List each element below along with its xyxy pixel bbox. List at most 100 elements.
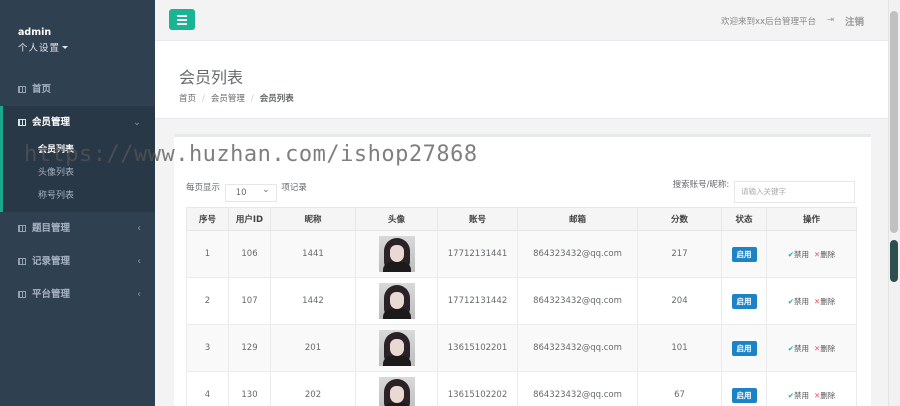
grid-icon <box>18 86 26 93</box>
search-input[interactable]: 请输入关键字 <box>734 181 855 203</box>
cell-status: 启用 <box>721 324 767 372</box>
cell-no: 2 <box>186 277 229 325</box>
sidebar-item-label: 题目管理 <box>32 223 71 234</box>
avatar <box>378 236 415 272</box>
cell-uid: 106 <box>228 230 271 278</box>
column-header[interactable]: 昵称 <box>270 207 356 231</box>
cell-nickname: 201 <box>270 324 356 372</box>
cell-score: 67 <box>637 371 722 406</box>
cell-no: 3 <box>186 324 229 372</box>
sidebar-item-questions[interactable]: 题目管理 ‹ <box>0 212 155 245</box>
delete-action[interactable]: ✕删除 <box>809 297 835 306</box>
scrollbar-thumb[interactable] <box>890 11 898 233</box>
column-header[interactable]: 头像 <box>355 207 438 231</box>
grid-icon <box>18 258 26 265</box>
column-header[interactable]: 账号 <box>437 207 518 231</box>
sidebar-item-home[interactable]: 首页 <box>0 73 155 106</box>
delete-action[interactable]: ✕删除 <box>809 391 835 400</box>
cell-account: 17712131442 <box>437 277 518 325</box>
column-header[interactable]: 序号 <box>186 207 229 231</box>
cell-email: 864323432@qq.com <box>517 324 638 372</box>
cell-email: 864323432@qq.com <box>517 277 638 325</box>
cell-no: 1 <box>186 230 229 278</box>
disable-action[interactable]: ✔禁用 <box>788 391 809 400</box>
search-control: 搜索账号/昵称: 请输入关键字 <box>673 178 855 203</box>
delete-label: 删除 <box>820 390 836 400</box>
top-navbar: 欢迎来到xx后台管理平台 ⇥ 注销 <box>155 0 888 41</box>
menu-toggle-button[interactable] <box>169 9 195 30</box>
status-badge: 启用 <box>731 387 757 403</box>
cell-nickname: 1442 <box>270 277 356 325</box>
profile-block: admin 个人设置 <box>0 0 155 72</box>
chevron-down-icon: ⌄ <box>133 117 141 128</box>
status-badge: 启用 <box>731 293 757 309</box>
cell-score: 204 <box>637 277 722 325</box>
sidebar-item-records[interactable]: 记录管理 ‹ <box>0 245 155 278</box>
sidebar-subitem-title-list[interactable]: 称号列表 <box>3 185 155 208</box>
cell-email: 864323432@qq.com <box>517 230 638 278</box>
hamburger-icon <box>177 19 187 21</box>
sidebar-item-label: 平台管理 <box>32 289 71 300</box>
cell-account: 13615102202 <box>437 371 518 406</box>
column-header: 操作 <box>766 207 857 231</box>
per-page-suffix: 项记录 <box>281 183 307 193</box>
chevron-left-icon: ‹ <box>137 223 141 234</box>
page-heading: 会员列表 首页 / 会员管理 / 会员列表 <box>155 41 888 119</box>
profile-settings-dropdown[interactable]: 个人设置 <box>18 40 155 54</box>
scrollbar-marker <box>890 240 898 282</box>
breadcrumb-current: 会员列表 <box>259 94 294 104</box>
cell-account: 13615102201 <box>437 324 518 372</box>
cell-actions: ✔禁用 ✕删除 <box>766 277 857 325</box>
breadcrumb-separator: / <box>202 94 205 104</box>
page-length-value: 10 <box>235 188 247 198</box>
breadcrumb: 首页 / 会员管理 / 会员列表 <box>179 92 294 104</box>
chevron-left-icon: ‹ <box>137 256 141 267</box>
breadcrumb-members[interactable]: 会员管理 <box>211 94 245 104</box>
sign-out-icon[interactable]: ⇥ <box>827 15 834 25</box>
status-badge: 启用 <box>731 340 757 356</box>
delete-label: 删除 <box>820 249 836 259</box>
sidebar-item-members[interactable]: 会员管理 ⌄ <box>3 106 155 139</box>
grid-icon <box>18 291 26 298</box>
cell-status: 启用 <box>721 277 767 325</box>
cell-nickname: 1441 <box>270 230 356 278</box>
disable-action[interactable]: ✔禁用 <box>788 344 809 353</box>
disable-action[interactable]: ✔禁用 <box>788 297 809 306</box>
page-length-control: 每页显示 10 项记录 <box>186 181 307 202</box>
sidebar-item-platform[interactable]: 平台管理 ‹ <box>0 278 155 311</box>
page-length-select[interactable]: 10 <box>224 182 277 202</box>
logout-link[interactable]: 注销 <box>845 14 864 28</box>
cell-uid: 129 <box>228 324 271 372</box>
cell-uid: 130 <box>228 371 271 406</box>
column-header[interactable]: 分数 <box>637 207 722 231</box>
grid-icon <box>18 119 26 126</box>
column-header[interactable]: 邮箱 <box>517 207 638 231</box>
cell-avatar <box>355 324 438 372</box>
per-page-prefix: 每页显示 <box>186 183 221 193</box>
delete-label: 删除 <box>820 296 836 306</box>
cell-avatar <box>355 277 438 325</box>
delete-action[interactable]: ✕删除 <box>809 250 835 259</box>
cell-actions: ✔禁用 ✕删除 <box>766 230 857 278</box>
disable-label: 禁用 <box>794 296 809 306</box>
avatar <box>378 377 415 406</box>
disable-label: 禁用 <box>794 343 809 353</box>
cell-nickname: 202 <box>270 371 356 406</box>
table-header-row: 序号 用户ID 昵称 头像 账号 邮箱 分数 状态 操作 <box>186 207 857 231</box>
search-label: 搜索账号/昵称: <box>672 180 730 190</box>
cell-email: 864323432@qq.com <box>517 371 638 406</box>
column-header[interactable]: 用户ID <box>228 207 271 231</box>
disable-label: 禁用 <box>794 249 809 259</box>
hamburger-icon <box>177 15 187 17</box>
column-header[interactable]: 状态 <box>721 207 767 231</box>
member-table: 序号 用户ID 昵称 头像 账号 邮箱 分数 状态 操作 1 106 1441 … <box>186 207 857 406</box>
delete-action[interactable]: ✕删除 <box>809 344 835 353</box>
page-title: 会员列表 <box>179 68 244 87</box>
page-scrollbar[interactable] <box>888 0 900 406</box>
table-row: 1 106 1441 17712131441 864323432@qq.com … <box>186 230 857 278</box>
cell-actions: ✔禁用 ✕删除 <box>766 371 857 406</box>
chevron-left-icon: ‹ <box>137 289 141 300</box>
disable-action[interactable]: ✔禁用 <box>788 250 809 259</box>
breadcrumb-home[interactable]: 首页 <box>179 94 196 104</box>
cell-status: 启用 <box>721 230 767 278</box>
